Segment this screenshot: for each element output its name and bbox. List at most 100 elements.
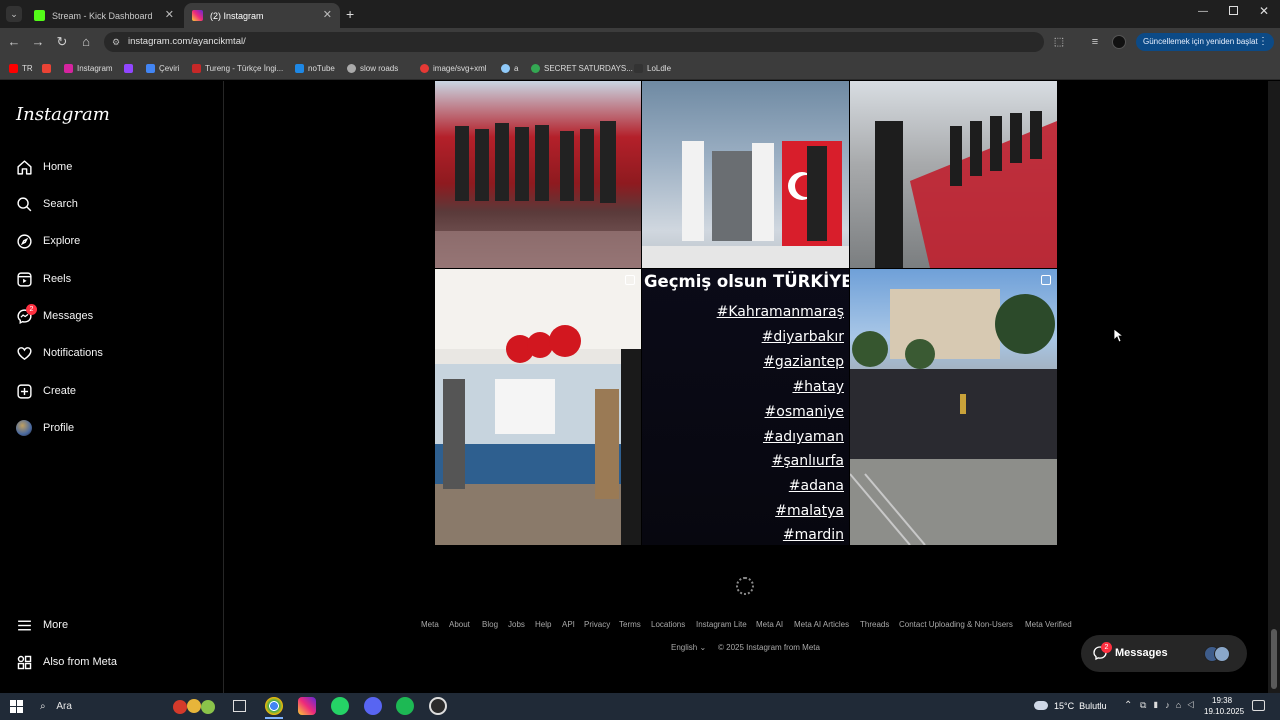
url-text: instagram.com/ayancikmtal/ <box>128 36 246 47</box>
bookmark-item[interactable]: image/svg+xml <box>420 61 487 75</box>
nav-profile[interactable]: Profile <box>14 416 74 440</box>
bookmark-item[interactable]: slow roads <box>347 61 398 75</box>
spotify-icon[interactable] <box>396 697 414 715</box>
page-scrollbar[interactable] <box>1268 81 1280 693</box>
language-select[interactable]: English ⌄ <box>671 643 706 652</box>
copyright: © 2025 Instagram from Meta <box>718 643 820 652</box>
back-button[interactable]: ← <box>6 34 22 50</box>
bookmark-item[interactable] <box>42 61 55 75</box>
messages-floating-button[interactable]: 2 Messages <box>1081 635 1247 672</box>
site-info-icon[interactable]: ⚙ <box>112 32 120 52</box>
nav-explore[interactable]: Explore <box>14 229 80 253</box>
footer-link[interactable]: API <box>562 620 575 629</box>
footer-link[interactable]: Threads <box>860 620 889 629</box>
nav-home[interactable]: Home <box>14 155 72 179</box>
forward-button[interactable]: → <box>30 34 46 50</box>
kebab-menu-icon[interactable]: ⋮ <box>1258 33 1268 51</box>
tray-icons[interactable]: ⧉▮♪⌂◁ <box>1140 700 1200 711</box>
bookmark-item[interactable]: a <box>501 61 518 75</box>
post-thumbnail[interactable] <box>850 269 1057 545</box>
messages-badge: 2 <box>1101 642 1112 653</box>
obs-icon[interactable] <box>429 697 447 715</box>
footer-link[interactable]: Meta <box>421 620 439 629</box>
messages-label: Messages <box>1115 647 1168 659</box>
clock-date[interactable]: 19.10.2025 <box>1204 707 1244 716</box>
bookmark-item[interactable]: Instagram <box>64 61 113 75</box>
carousel-icon <box>625 275 635 285</box>
footer-link[interactable]: Privacy <box>584 620 610 629</box>
whatsapp-icon[interactable] <box>331 697 349 715</box>
footer-link[interactable]: About <box>449 620 470 629</box>
footer-link[interactable]: Meta AI Articles <box>794 620 849 629</box>
tab-search-button[interactable]: ⌄ <box>6 6 22 22</box>
home-button[interactable]: ⌂ <box>78 34 94 50</box>
bookmark-item[interactable]: noTube <box>295 61 335 75</box>
nav-also-from-meta[interactable]: Also from Meta <box>14 650 117 674</box>
gmail-icon <box>42 63 51 73</box>
close-window-button[interactable]: ✕ <box>1259 4 1269 18</box>
chrome-icon[interactable] <box>265 697 283 715</box>
task-view-icon[interactable] <box>233 700 246 712</box>
post-thumbnail[interactable] <box>850 81 1057 268</box>
post-thumbnail[interactable] <box>642 81 849 268</box>
svg-icon <box>420 63 429 73</box>
address-bar[interactable]: ⚙ instagram.com/ayancikmtal/ <box>104 32 1044 52</box>
footer-link[interactable]: Jobs <box>508 620 525 629</box>
carousel-icon <box>1041 275 1051 285</box>
footer-link[interactable]: Meta Verified <box>1025 620 1072 629</box>
weather-text[interactable]: 15°C Bulutlu <box>1054 701 1107 711</box>
windows-start-icon[interactable] <box>10 700 23 713</box>
tray-chevron-icon[interactable]: ⌃ <box>1124 700 1132 711</box>
nav-create[interactable]: Create <box>14 379 76 403</box>
footer-link[interactable]: Locations <box>651 620 685 629</box>
footer-link[interactable]: Meta AI <box>756 620 783 629</box>
post-thumbnail[interactable] <box>435 269 641 545</box>
close-icon[interactable]: ✕ <box>165 8 174 21</box>
grid-icon <box>14 652 34 672</box>
taskbar-search[interactable]: ⌕ Ara <box>34 697 184 717</box>
nav-search[interactable]: Search <box>14 192 78 216</box>
media-controls-icon[interactable]: ≡ <box>1087 34 1103 50</box>
twitch-icon <box>124 63 133 73</box>
hashtag: #gaziantep <box>763 354 844 370</box>
tab-instagram[interactable]: (2) Instagram ✕ <box>184 3 340 28</box>
restore-button[interactable] <box>1229 6 1238 15</box>
extensions-icon[interactable]: ⬚ <box>1051 34 1067 50</box>
nav-notifications[interactable]: Notifications <box>14 341 103 365</box>
bookmark-item[interactable]: Çeviri <box>146 61 179 75</box>
footer-link[interactable]: Help <box>535 620 551 629</box>
new-tab-button[interactable]: + <box>346 6 354 22</box>
instagram-icon[interactable] <box>298 697 316 715</box>
avatar <box>1214 646 1230 662</box>
nav-label: More <box>43 619 69 631</box>
close-icon[interactable]: ✕ <box>323 8 332 21</box>
notification-center-icon[interactable] <box>1252 700 1265 711</box>
bookmark-item[interactable]: LoLdle <box>634 61 671 75</box>
reload-button[interactable]: ↻ <box>54 34 70 50</box>
bookmark-item[interactable] <box>124 61 137 75</box>
footer-link[interactable]: Instagram Lite <box>696 620 747 629</box>
bookmark-item[interactable]: SECRET SATURDAYS... <box>531 61 633 75</box>
nav-label: Explore <box>43 235 81 247</box>
clock-time[interactable]: 19:38 <box>1212 696 1232 705</box>
instagram-logo[interactable]: Instagram <box>16 104 110 125</box>
minimize-button[interactable]: — <box>1198 6 1208 17</box>
tab-kick[interactable]: Stream - Kick Dashboard ✕ <box>26 3 182 28</box>
footer-link[interactable]: Blog <box>482 620 498 629</box>
update-restart-button[interactable]: Güncellemek için yeniden başlat ⋮ <box>1136 33 1274 51</box>
bookmark-item[interactable]: TR <box>9 61 33 75</box>
footer-link[interactable]: Terms <box>619 620 641 629</box>
nav-more[interactable]: More <box>14 613 68 637</box>
nav-label: Reels <box>43 273 72 285</box>
post-thumbnail[interactable]: Geçmiş olsun TÜRKİYE #Kahramanmaraş #diy… <box>642 269 849 545</box>
active-app-indicator <box>265 717 283 719</box>
bookmark-item[interactable]: Tureng - Türkçe İngi... <box>192 61 283 75</box>
slowroads-icon <box>347 63 356 73</box>
hashtag: #malatya <box>775 503 844 519</box>
nav-reels[interactable]: Reels <box>14 267 71 291</box>
post-thumbnail[interactable] <box>435 81 641 268</box>
footer-link[interactable]: Contact Uploading & Non-Users <box>899 620 1013 629</box>
scrollbar-thumb[interactable] <box>1271 629 1277 689</box>
profile-avatar[interactable] <box>1112 35 1126 49</box>
discord-icon[interactable] <box>364 697 382 715</box>
